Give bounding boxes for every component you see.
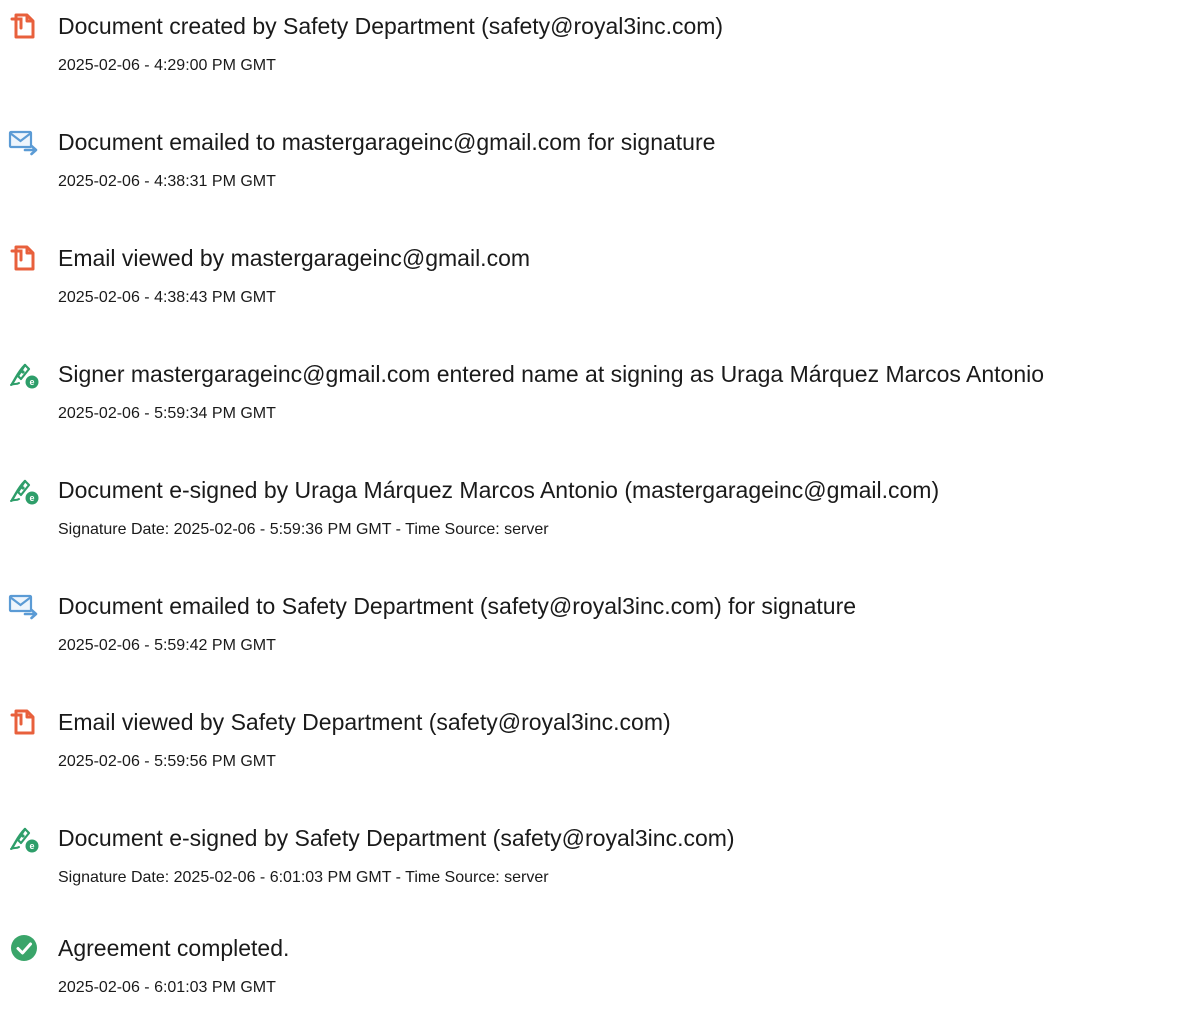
event-description: Document created by Safety Department (s… (58, 13, 724, 39)
history-event: Document emailed to mastergarageinc@gmai… (0, 126, 1202, 226)
svg-text:e: e (29, 493, 34, 503)
event-description: Email viewed by Safety Department (safet… (58, 709, 671, 735)
history-event: e Document e-signed by Safety Department… (0, 822, 1202, 922)
event-timestamp: 2025-02-06 - 5:59:34 PM GMT (58, 405, 276, 422)
event-description: Signer mastergarageinc@gmail.com entered… (58, 361, 1045, 387)
e-signature-icon: e (8, 822, 40, 854)
e-signature-icon: e (8, 358, 40, 390)
history-event: Email viewed by mastergarageinc@gmail.co… (0, 242, 1202, 342)
document-created-icon (8, 10, 40, 42)
event-description: Document emailed to Safety Department (s… (58, 593, 857, 619)
svg-text:e: e (29, 841, 34, 851)
event-description: Agreement completed. (58, 935, 290, 961)
event-timestamp: 2025-02-06 - 5:59:42 PM GMT (58, 637, 276, 654)
event-timestamp: 2025-02-06 - 4:29:00 PM GMT (58, 57, 276, 74)
event-description: Email viewed by mastergarageinc@gmail.co… (58, 245, 531, 271)
history-event: Email viewed by Safety Department (safet… (0, 706, 1202, 806)
event-timestamp: Signature Date: 2025-02-06 - 5:59:36 PM … (58, 521, 549, 538)
history-event: Document emailed to Safety Department (s… (0, 590, 1202, 690)
event-description: Document e-signed by Uraga Márquez Marco… (58, 477, 940, 503)
history-event: e Signer mastergarageinc@gmail.com enter… (0, 358, 1202, 458)
event-timestamp: 2025-02-06 - 4:38:43 PM GMT (58, 289, 276, 306)
event-timestamp: Signature Date: 2025-02-06 - 6:01:03 PM … (58, 869, 549, 886)
e-signature-icon: e (8, 474, 40, 506)
event-description: Document emailed to mastergarageinc@gmai… (58, 129, 716, 155)
email-viewed-icon (8, 706, 40, 738)
event-description: Document e-signed by Safety Department (… (58, 825, 735, 851)
email-viewed-icon (8, 242, 40, 274)
event-timestamp: 2025-02-06 - 6:01:03 PM GMT (58, 979, 276, 996)
document-emailed-icon (8, 126, 40, 158)
history-event: Agreement completed. 2025-02-06 - 6:01:0… (0, 932, 1202, 1032)
event-timestamp: 2025-02-06 - 5:59:56 PM GMT (58, 753, 276, 770)
document-emailed-icon (8, 590, 40, 622)
history-event: e Document e-signed by Uraga Márquez Mar… (0, 474, 1202, 574)
history-event: Document created by Safety Department (s… (0, 10, 1202, 110)
svg-text:e: e (29, 377, 34, 387)
agreement-completed-icon (8, 932, 40, 964)
event-timestamp: 2025-02-06 - 4:38:31 PM GMT (58, 173, 276, 190)
